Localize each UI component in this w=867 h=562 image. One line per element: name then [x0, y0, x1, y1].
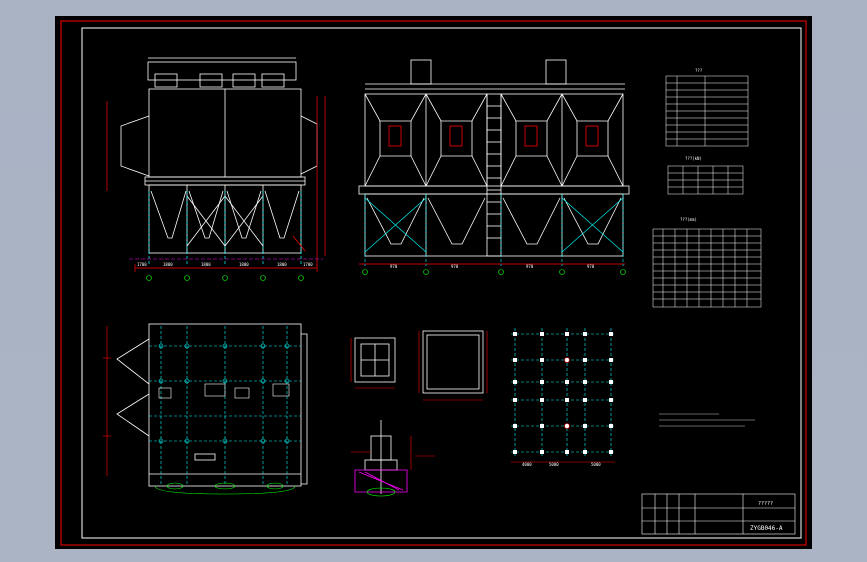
side-dim-4: 970 [587, 264, 595, 269]
foundation-plan [511, 328, 755, 463]
cad-drawing: 1700 1800 1800 1800 1800 1700 970 970 97… [60, 20, 807, 546]
load-table: ???(kN) [667, 156, 744, 195]
plan-view [103, 323, 308, 495]
drawing-sheet: 1700 1800 1800 1800 1800 1700 970 970 97… [55, 16, 812, 549]
foundation-dim-1: 4000 [522, 462, 532, 467]
front-dim-4: 1800 [239, 262, 249, 267]
front-dim-1: 1700 [137, 262, 147, 267]
load-table-header: ???(kN) [685, 156, 702, 161]
drawing-number: ZYGB046-A [750, 525, 783, 532]
side-dim-1: 970 [390, 264, 398, 269]
front-dim-3: 1800 [201, 262, 211, 267]
side-dim-2: 970 [451, 264, 459, 269]
spec-table: ??? [665, 68, 749, 147]
drawing-title: ????? [758, 501, 773, 507]
foundation-dim-3: 5000 [591, 462, 601, 467]
side-elevation-view [358, 59, 630, 275]
outer-frame [60, 20, 807, 546]
spec-table-header: ??? [695, 68, 703, 73]
front-dim-2: 1800 [163, 262, 173, 267]
detail-b [418, 330, 488, 401]
foundation-dimension-labels: 4000 5000 5000 [522, 462, 601, 467]
front-dim-6: 1700 [303, 262, 313, 267]
side-view-dimension-labels: 970 970 970 970 [390, 264, 595, 269]
front-elevation-view [106, 57, 326, 281]
detail-a [350, 337, 396, 389]
foundation-dim-2: 5000 [549, 462, 559, 467]
inner-frame [81, 27, 802, 539]
section-table: ???(mm) [652, 217, 762, 308]
side-dim-3: 970 [526, 264, 534, 269]
title-block: ????? ZYGB046-A [641, 493, 796, 535]
section-table-header: ???(mm) [680, 217, 697, 222]
front-dim-5: 1800 [277, 262, 287, 267]
detail-c-anchor [351, 420, 435, 497]
